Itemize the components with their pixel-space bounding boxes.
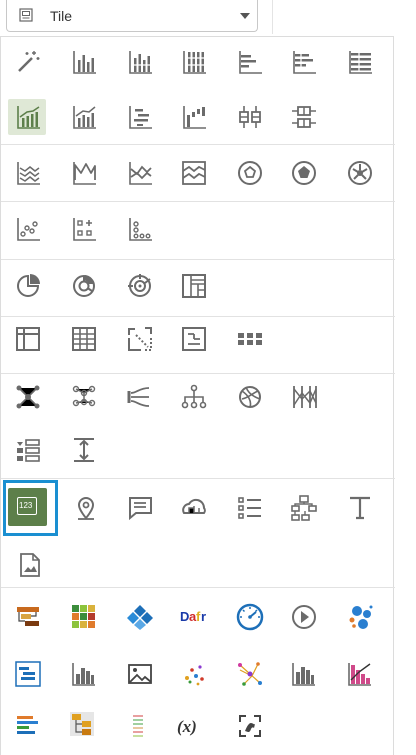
plugin-image-icon[interactable] [126, 660, 154, 688]
tile-icon [19, 8, 33, 22]
section-divider [1, 201, 395, 202]
chevron-down-icon[interactable] [240, 13, 250, 19]
chord-icon[interactable] [236, 383, 264, 411]
plugin-heatmap-icon[interactable] [70, 603, 98, 631]
area-icon[interactable] [126, 159, 154, 187]
horizontal-range-icon[interactable] [126, 103, 154, 131]
section-divider [1, 259, 395, 260]
plugin-logo-icon[interactable]: Dafr [180, 603, 208, 631]
dot-plot-icon[interactable] [126, 215, 154, 243]
tile-grid-icon[interactable] [236, 325, 264, 353]
sankey-icon[interactable] [126, 383, 154, 411]
grid-scatter-icon[interactable] [70, 215, 98, 243]
text-box-icon[interactable] [126, 494, 154, 522]
plugin-network-icon[interactable] [236, 660, 264, 688]
radial-icon[interactable] [126, 272, 154, 300]
spacer-icon[interactable] [70, 436, 98, 464]
magic-wand-icon[interactable] [14, 48, 42, 76]
section-divider [1, 587, 395, 588]
waterfall-icon[interactable] [180, 103, 208, 131]
sunburst-icon[interactable] [346, 159, 374, 187]
plugin-bubbles-icon[interactable] [346, 603, 374, 631]
plugin-gantt-icon[interactable] [14, 660, 42, 688]
divider [272, 0, 273, 34]
visualization-type-dropdown[interactable]: Tile [6, 0, 258, 32]
plugin-scatter-icon[interactable] [180, 660, 208, 688]
pivot-table-icon[interactable] [70, 325, 98, 353]
list-icon[interactable] [236, 494, 264, 522]
combo-chart-icon[interactable] [14, 103, 42, 131]
image-icon[interactable] [16, 551, 44, 579]
dropdown-selected-value: Tile [50, 8, 73, 24]
correlation-matrix-icon[interactable] [126, 325, 154, 353]
plugin-flow-icon[interactable] [14, 603, 42, 631]
text-icon[interactable] [346, 494, 374, 522]
map-pin-icon[interactable] [72, 494, 100, 522]
plugin-legend-icon[interactable] [124, 712, 152, 740]
plugin-play-icon[interactable] [290, 603, 318, 631]
plugin-diamond-icon[interactable] [126, 603, 154, 631]
donut-ring-icon[interactable] [236, 159, 264, 187]
svg-text:r: r [201, 609, 206, 624]
scatter-icon[interactable] [14, 215, 42, 243]
focus-capture-icon[interactable] [236, 712, 264, 740]
donut-filled-icon[interactable] [290, 159, 318, 187]
cloud-map-icon[interactable] [180, 494, 208, 522]
section-divider [1, 316, 395, 317]
plugin-pareto-icon[interactable] [346, 660, 374, 688]
section-divider [1, 478, 395, 479]
combo-line-bar-icon[interactable] [70, 103, 98, 131]
stacked-bar-icon[interactable] [126, 48, 154, 76]
plugin-tree-icon[interactable] [68, 710, 96, 738]
plugin-bar-icon[interactable] [70, 660, 98, 688]
horizontal-boxplot-icon[interactable] [290, 103, 318, 131]
metric-number: 123 [19, 501, 33, 510]
section-divider [1, 373, 395, 374]
donut-chart-icon[interactable] [70, 272, 98, 300]
metric-tile-icon[interactable]: 123 [8, 488, 47, 526]
formula-icon[interactable]: (x) [176, 712, 212, 740]
top-bar: Tile [0, 0, 416, 36]
horizontal-bar-icon[interactable] [236, 48, 264, 76]
treemap-icon[interactable] [180, 272, 208, 300]
horizontal-stacked-bar-icon[interactable] [290, 48, 318, 76]
vertical-bar-icon[interactable] [70, 48, 98, 76]
pie-icon[interactable] [14, 272, 42, 300]
filter-table-icon[interactable] [180, 325, 208, 353]
formula-label: (x) [177, 717, 197, 736]
list-filter-icon[interactable] [14, 436, 42, 464]
boxplot-icon[interactable] [236, 103, 264, 131]
stacked-area-icon[interactable] [180, 159, 208, 187]
section-divider [1, 144, 395, 145]
line-chart-icon[interactable] [14, 159, 42, 187]
plugin-histogram-icon[interactable] [290, 660, 318, 688]
radar-line-icon[interactable] [70, 159, 98, 187]
plugin-gauge-icon[interactable] [236, 603, 264, 631]
table-icon[interactable] [14, 325, 42, 353]
hierarchy-icon[interactable] [180, 383, 208, 411]
cluster-network-icon[interactable] [70, 383, 98, 411]
horizontal-stacked-bar-100-icon[interactable] [346, 48, 374, 76]
parallel-coordinates-icon[interactable] [290, 383, 318, 411]
stacked-bar-100-icon[interactable] [180, 48, 208, 76]
svg-text:D: D [180, 609, 189, 624]
tree-org-icon[interactable] [290, 494, 318, 522]
plugin-timeline-icon[interactable] [14, 712, 42, 740]
network-icon[interactable] [14, 383, 42, 411]
